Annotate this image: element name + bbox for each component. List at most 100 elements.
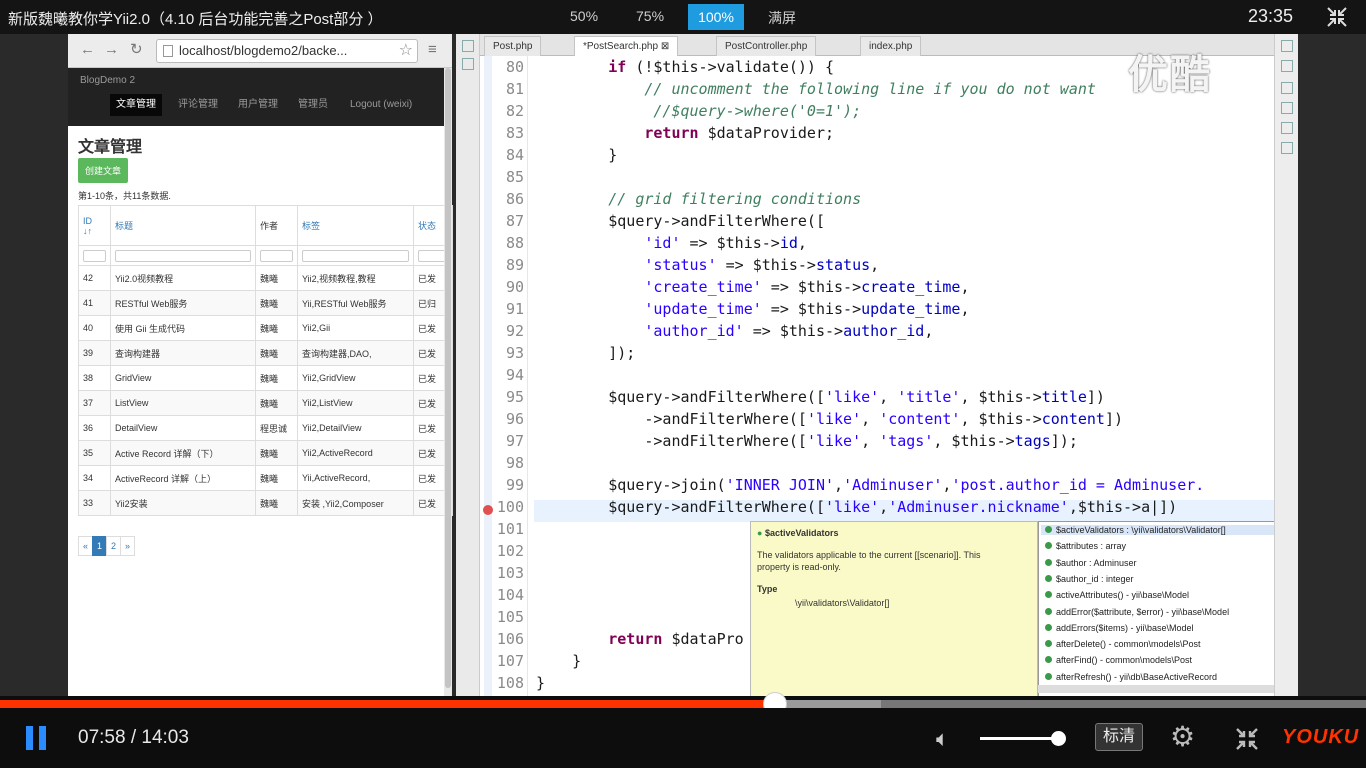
completion-item[interactable]: afterFind() - common\models\Post [1045, 655, 1192, 665]
gear-icon[interactable]: ⚙︎ [1170, 722, 1195, 752]
line-number: 105 [496, 608, 524, 626]
nav-item-posts[interactable]: 文章管理 [110, 94, 162, 116]
table-cell: 36 [78, 415, 111, 441]
zoom-50-button[interactable]: 50% [570, 8, 598, 24]
nav-item-comments[interactable]: 评论管理 [178, 94, 218, 116]
back-arrow-icon[interactable]: ← [80, 42, 95, 58]
video-frame[interactable]: ← → ↻ localhost/blogdemo2/backe... ☆ ≡ B… [0, 34, 1366, 696]
filter-input-id[interactable] [83, 249, 106, 262]
popup-description-2: property is read-only. [757, 562, 841, 572]
col-header-tags[interactable]: 标签 [297, 205, 414, 246]
code-line-106: return $dataPro [608, 630, 744, 648]
completion-item[interactable]: addError($attribute, $error) - yii\base\… [1045, 607, 1229, 617]
table-cell: 魏曦 [255, 340, 298, 366]
pager-next[interactable]: » [120, 536, 135, 556]
grid-summary: 第1-10条，共11条数据. [78, 191, 171, 201]
member-icon [1045, 558, 1052, 566]
completion-item[interactable]: $author : Adminuser [1045, 558, 1137, 568]
forward-arrow-icon[interactable]: → [104, 42, 119, 58]
tasks-icon[interactable] [1281, 142, 1293, 154]
completion-item[interactable]: $activeValidators : \yii\validators\Vali… [1041, 525, 1289, 535]
table-cell: 使用 Gii 生成代码 [110, 315, 256, 341]
line-number: 83 [505, 124, 524, 142]
code-doc-popup: ● $activeValidators The validators appli… [750, 521, 1038, 696]
exit-fullscreen-icon[interactable] [1234, 726, 1260, 752]
bookmark-star-icon[interactable]: ☆ [399, 40, 413, 60]
completion-item[interactable]: activeAttributes() - yii\base\Model [1045, 590, 1189, 600]
quality-button[interactable]: 标清 [1095, 723, 1143, 751]
autocomplete-list[interactable]: $activeValidators : \yii\validators\Vali… [1038, 521, 1298, 696]
scrollbar-thumb[interactable] [445, 68, 451, 688]
hierarchy-icon[interactable] [1281, 122, 1293, 134]
fullscreen-button[interactable]: 满屏 [768, 8, 796, 28]
col-header-title[interactable]: 标题 [110, 205, 256, 246]
filter-input-author[interactable] [260, 249, 293, 262]
code-line-81: // uncomment the following line if you d… [644, 80, 1096, 98]
create-post-button[interactable]: 创建文章 [78, 158, 129, 183]
completion-item[interactable]: $attributes : array [1045, 541, 1126, 551]
filter-input-title[interactable] [115, 249, 251, 262]
nav-item-users[interactable]: 用户管理 [238, 94, 278, 116]
member-icon [1045, 640, 1052, 648]
volume-knob[interactable] [1050, 731, 1066, 746]
panel-icon[interactable] [462, 58, 474, 70]
table-cell: 39 [78, 340, 111, 366]
browser-scrollbar[interactable] [444, 68, 452, 696]
line-number: 95 [505, 388, 524, 406]
table-cell: 魏曦 [255, 440, 298, 466]
menu-icon[interactable]: ≡ [428, 42, 437, 58]
address-text: localhost/blogdemo2/backe... [179, 43, 348, 58]
autocomplete-hscrollbar[interactable] [1038, 685, 1283, 693]
volume-icon[interactable]: 🔈︎ [936, 726, 949, 752]
maximize-icon[interactable] [1281, 60, 1293, 72]
page-title: 文章管理 [78, 139, 143, 156]
line-number: 108 [496, 674, 524, 692]
tab-index-php[interactable]: index.php [860, 36, 922, 56]
restore-icon[interactable] [462, 40, 474, 52]
member-icon [1045, 607, 1052, 615]
completion-item[interactable]: afterDelete() - common\models\Post [1045, 639, 1201, 649]
line-number: 82 [505, 102, 524, 120]
pager-page-2[interactable]: 2 [106, 536, 121, 556]
volume-slider[interactable] [980, 731, 1066, 746]
col-header-author[interactable]: 作者 [255, 205, 298, 246]
col-header-id[interactable]: ID ↓↑ [78, 205, 111, 246]
filter-input-tags[interactable] [302, 249, 409, 262]
tab-postsearch-php[interactable]: *PostSearch.php ⊠ [574, 36, 679, 56]
nav-item-admins[interactable]: 管理员 [298, 94, 328, 116]
outline-icon[interactable] [1281, 82, 1293, 94]
table-cell: 魏曦 [255, 265, 298, 291]
line-number: 102 [496, 542, 524, 560]
table-cell: 41 [78, 290, 111, 316]
nav-item-logout[interactable]: Logout (weixi) [350, 94, 412, 116]
brand[interactable]: BlogDemo 2 [80, 75, 135, 86]
table-cell: 查询构建器 [110, 340, 256, 366]
collapse-icon[interactable] [1326, 6, 1348, 28]
reload-icon[interactable]: ↻ [130, 42, 143, 58]
minimize-icon[interactable] [1281, 40, 1293, 52]
code-line-95: $query->andFilterWhere(['like', 'title',… [536, 388, 1105, 406]
browser-toolbar: ← → ↻ localhost/blogdemo2/backe... ☆ ≡ [68, 34, 452, 68]
pager-page-1[interactable]: 1 [92, 536, 107, 556]
zoom-100-button[interactable]: 100% [688, 4, 744, 30]
code-line-96: ->andFilterWhere(['like', 'content', $th… [536, 410, 1124, 428]
completion-item[interactable]: afterRefresh() - yii\db\BaseActiveRecord [1045, 672, 1217, 682]
code-line-88: 'id' => $this->id, [644, 234, 807, 252]
member-icon [1045, 656, 1052, 664]
table-row: 34 ActiveRecord 详解（上） 魏曦 Yii,ActiveRecord, 已… [78, 465, 453, 491]
zoom-75-button[interactable]: 75% [636, 8, 664, 24]
history-icon[interactable] [1281, 102, 1293, 114]
pager-prev[interactable]: « [78, 536, 93, 556]
tab-post-php[interactable]: Post.php [484, 36, 542, 56]
code-line-89: 'status' => $this->status, [644, 256, 880, 274]
completion-item[interactable]: addErrors($items) - yii\base\Model [1045, 623, 1194, 633]
youku-logo[interactable]: YOUKU [1282, 726, 1359, 749]
tab-postcontroller-php[interactable]: PostController.php [716, 36, 817, 56]
completion-item[interactable]: $author_id : integer [1045, 574, 1134, 584]
address-bar[interactable]: localhost/blogdemo2/backe... ☆ [156, 39, 418, 63]
line-number: 96 [505, 410, 524, 428]
member-icon [1045, 542, 1052, 550]
pause-icon[interactable] [26, 726, 50, 750]
table-cell: GridView [110, 365, 256, 391]
close-icon[interactable]: ⊠ [661, 41, 669, 52]
